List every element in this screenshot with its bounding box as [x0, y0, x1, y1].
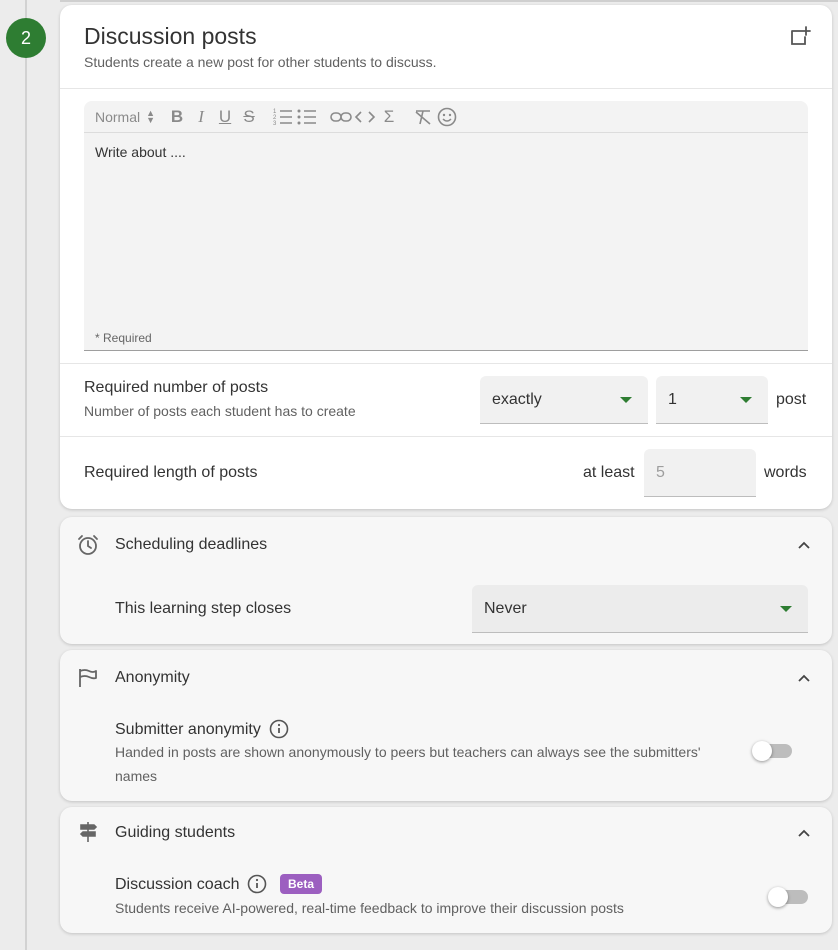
- close-date-value: Never: [484, 599, 527, 617]
- anonymity-description: Handed in posts are shown anonymously to…: [115, 744, 701, 784]
- rich-text-editor[interactable]: Normal ▲ ▼ B I U S 123 Σ Write about ...…: [84, 101, 808, 351]
- anonymity-label: Submitter anonymity: [115, 721, 261, 738]
- scheduling-card: Scheduling deadlines This learning step …: [60, 517, 832, 644]
- underline-icon[interactable]: U: [213, 105, 237, 129]
- post-unit: post: [776, 391, 807, 408]
- anonymity-card: Anonymity Submitter anonymity Handed in …: [60, 650, 832, 801]
- ordered-list-icon[interactable]: 123: [271, 105, 295, 129]
- comparator-select[interactable]: exactly: [480, 376, 648, 424]
- discussion-coach-toggle[interactable]: [768, 887, 808, 907]
- signpost-icon: [79, 822, 98, 842]
- editor-content[interactable]: Write about ....: [95, 144, 186, 160]
- divider: [60, 363, 832, 364]
- format-select-label: Normal: [95, 108, 141, 125]
- alarm-clock-icon: [78, 535, 98, 555]
- info-icon[interactable]: [247, 874, 267, 894]
- chevron-up-icon[interactable]: [796, 537, 812, 553]
- posts-description: Number of posts each student has to crea…: [84, 403, 356, 419]
- emoji-icon[interactable]: [435, 105, 459, 129]
- posts-label: Required number of posts: [84, 379, 269, 396]
- chevron-up-icon[interactable]: [796, 670, 812, 686]
- top-divider: [60, 0, 838, 2]
- link-icon[interactable]: [329, 105, 353, 129]
- dropdown-caret-icon: [780, 605, 792, 612]
- section-title: Guiding students: [115, 824, 236, 841]
- discussion-coach-description: Students receive AI-powered, real-time f…: [115, 900, 624, 916]
- strikethrough-icon[interactable]: S: [237, 105, 261, 129]
- comparator-value: exactly: [492, 390, 542, 408]
- dropdown-caret-icon: [740, 396, 752, 403]
- formula-icon[interactable]: Σ: [377, 105, 401, 129]
- words-unit: words: [764, 464, 807, 481]
- svg-text:3: 3: [273, 121, 277, 126]
- mask-icon: [79, 669, 97, 687]
- post-count-value: 1: [668, 390, 677, 408]
- updown-icon: ▲ ▼: [146, 107, 156, 125]
- discussion-card: Discussion posts Students create a new p…: [60, 5, 832, 509]
- clear-format-icon[interactable]: [411, 105, 435, 129]
- format-select[interactable]: Normal ▲ ▼: [95, 107, 156, 125]
- beta-badge: Beta: [280, 874, 323, 894]
- card-title: Discussion posts: [84, 23, 257, 49]
- divider: [60, 88, 832, 89]
- add-note-icon[interactable]: [788, 25, 812, 49]
- step-number-badge: 2: [6, 18, 46, 58]
- bold-icon[interactable]: B: [165, 105, 189, 129]
- italic-icon[interactable]: I: [189, 105, 213, 129]
- toggle-knob: [752, 741, 772, 761]
- code-icon[interactable]: [353, 105, 377, 129]
- length-label: Required length of posts: [84, 464, 258, 481]
- dropdown-caret-icon: [620, 396, 632, 403]
- card-subtitle: Students create a new post for other stu…: [84, 54, 437, 70]
- toggle-knob: [768, 887, 788, 907]
- min-words-input[interactable]: 5: [644, 449, 756, 497]
- divider: [60, 436, 832, 437]
- close-label: This learning step closes: [115, 600, 292, 617]
- anonymity-toggle[interactable]: [752, 741, 792, 761]
- discussion-coach-label: Discussion coach: [115, 876, 240, 893]
- chevron-up-icon[interactable]: [796, 825, 812, 841]
- close-date-select[interactable]: Never: [472, 585, 808, 633]
- timeline-rail: [25, 0, 27, 950]
- info-icon[interactable]: [269, 719, 289, 739]
- length-prefix: at least: [583, 464, 635, 481]
- post-count-select[interactable]: 1: [656, 376, 768, 424]
- editor-toolbar: Normal ▲ ▼ B I U S 123 Σ: [84, 101, 808, 133]
- required-note: * Required: [95, 331, 152, 345]
- bullet-list-icon[interactable]: [295, 105, 319, 129]
- section-title: Scheduling deadlines: [115, 536, 268, 553]
- section-title: Anonymity: [115, 669, 190, 686]
- guiding-card: Guiding students Discussion coach Beta S…: [60, 807, 832, 933]
- min-words-placeholder: 5: [656, 463, 665, 481]
